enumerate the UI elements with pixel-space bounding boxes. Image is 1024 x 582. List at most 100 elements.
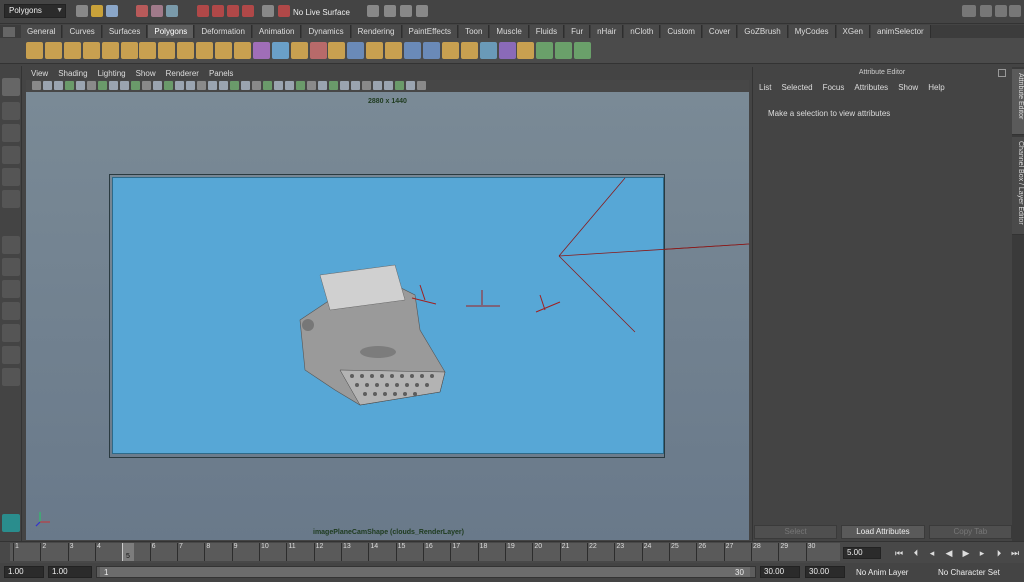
time-tick-label: 24 bbox=[643, 543, 652, 550]
current-frame-marker-label: 5 bbox=[126, 553, 130, 560]
time-tick-label: 25 bbox=[671, 543, 679, 550]
step-back-icon[interactable]: ⏴ bbox=[910, 547, 922, 559]
time-tick bbox=[149, 543, 151, 561]
time-tick-label: 9 bbox=[233, 543, 238, 550]
ae-menu-show[interactable]: Show bbox=[893, 83, 923, 94]
ae-menu-focus[interactable]: Focus bbox=[818, 83, 850, 94]
animation-start-field[interactable]: 1.00 bbox=[4, 566, 44, 578]
time-tick bbox=[40, 543, 42, 561]
time-tick-label: 3 bbox=[69, 543, 74, 550]
time-tick bbox=[313, 543, 315, 561]
ae-menu-selected[interactable]: Selected bbox=[776, 83, 817, 94]
time-tick bbox=[505, 543, 506, 561]
time-tick bbox=[587, 543, 588, 561]
range-thumb[interactable] bbox=[100, 567, 750, 577]
animation-end-field[interactable]: 30.00 bbox=[805, 566, 845, 578]
time-tick bbox=[13, 543, 14, 561]
attribute-editor-title: Attribute Editor bbox=[858, 69, 906, 76]
time-tick bbox=[477, 543, 479, 561]
camera-label: imagePlaneCamShape (clouds_RenderLayer) bbox=[313, 529, 464, 536]
time-tick-label: 18 bbox=[479, 543, 488, 550]
time-tick-label: 21 bbox=[561, 543, 570, 550]
tab-channel-box[interactable]: Channel Box / Layer Editor bbox=[1012, 137, 1024, 235]
time-tick-label: 6 bbox=[151, 543, 156, 550]
time-tick bbox=[204, 543, 206, 561]
time-tick-label: 26 bbox=[698, 543, 707, 550]
time-tick bbox=[751, 543, 752, 561]
time-tick bbox=[532, 543, 534, 561]
time-tick-label: 11 bbox=[288, 543, 296, 550]
step-forward-key-icon[interactable]: ▸ bbox=[976, 547, 988, 559]
ae-menu-attributes[interactable]: Attributes bbox=[849, 83, 893, 94]
time-tick bbox=[341, 543, 342, 561]
time-tick-label: 22 bbox=[589, 543, 597, 550]
attribute-editor-buttons: Select Load Attributes Copy Tab bbox=[754, 525, 1012, 539]
time-tick-label: 13 bbox=[343, 543, 351, 550]
resolution-label: 2880 x 1440 bbox=[368, 98, 407, 105]
step-forward-icon[interactable]: ⏵ bbox=[993, 547, 1005, 559]
time-tick bbox=[696, 543, 698, 561]
time-tick-label: 15 bbox=[397, 543, 406, 550]
time-tick bbox=[395, 543, 397, 561]
time-tick bbox=[559, 543, 561, 561]
time-tick-label: 2 bbox=[42, 543, 47, 550]
go-to-end-icon[interactable]: ⏭ bbox=[1009, 547, 1021, 559]
playback-start-field[interactable]: 1.00 bbox=[48, 566, 92, 578]
time-tick bbox=[723, 543, 725, 561]
step-back-key-icon[interactable]: ◂ bbox=[926, 547, 938, 559]
time-ruler[interactable]: 1234567891011121314151617181920212223242… bbox=[10, 543, 840, 561]
time-tick bbox=[450, 543, 452, 561]
time-tick-label: 23 bbox=[616, 543, 625, 550]
play-backwards-icon[interactable]: ◀ bbox=[943, 547, 955, 559]
copy-tab-button[interactable]: Copy Tab bbox=[928, 525, 1012, 539]
go-to-start-icon[interactable]: ⏮ bbox=[893, 547, 905, 559]
ae-menu-help[interactable]: Help bbox=[923, 83, 949, 94]
time-tick bbox=[669, 543, 670, 561]
time-tick bbox=[177, 543, 178, 561]
playback-end-field[interactable]: 30.00 bbox=[760, 566, 800, 578]
attribute-editor-panel bbox=[752, 67, 1012, 542]
time-tick-label: 29 bbox=[780, 543, 789, 550]
side-tabs: Attribute Editor Channel Box / Layer Edi… bbox=[1012, 67, 1024, 542]
time-tick bbox=[231, 543, 233, 561]
time-tick-label: 10 bbox=[261, 543, 269, 550]
camera-frustum[interactable] bbox=[558, 177, 750, 333]
time-tick bbox=[778, 543, 780, 561]
time-tick bbox=[423, 543, 424, 561]
range-start-label: 1 bbox=[104, 568, 109, 577]
time-tick-label: 19 bbox=[507, 543, 515, 550]
time-tick bbox=[95, 543, 96, 561]
character-set-menu[interactable]: No Character Set bbox=[938, 568, 1000, 577]
time-tick-label: 30 bbox=[807, 543, 816, 550]
time-tick-label: 27 bbox=[725, 543, 734, 550]
play-forwards-icon[interactable]: ▶ bbox=[960, 547, 972, 559]
time-tick-label: 4 bbox=[97, 543, 101, 550]
axis-gizmo bbox=[35, 512, 50, 527]
time-tick-label: 12 bbox=[315, 543, 324, 550]
light-icon[interactable] bbox=[535, 294, 561, 313]
typewriter-overlay[interactable] bbox=[299, 264, 446, 406]
ae-menu-list[interactable]: List bbox=[754, 83, 776, 94]
load-attributes-button[interactable]: Load Attributes bbox=[841, 525, 925, 539]
time-tick-label: 17 bbox=[452, 543, 461, 550]
time-tick bbox=[67, 543, 69, 561]
attribute-editor-menu: List Selected Focus Attributes Show Help bbox=[754, 83, 1010, 94]
time-tick-label: 1 bbox=[15, 543, 19, 550]
range-end-label: 30 bbox=[735, 568, 744, 577]
tab-attribute-editor[interactable]: Attribute Editor bbox=[1012, 69, 1024, 135]
time-tick bbox=[259, 543, 260, 561]
float-panel-icon[interactable] bbox=[998, 69, 1006, 77]
time-tick bbox=[641, 543, 643, 561]
time-tick-label: 28 bbox=[753, 543, 761, 550]
time-tick-label: 8 bbox=[206, 543, 211, 550]
time-tick bbox=[805, 543, 807, 561]
time-tick-label: 20 bbox=[534, 543, 543, 550]
time-tick bbox=[368, 543, 370, 561]
light-icon[interactable] bbox=[466, 290, 500, 307]
time-tick-label: 14 bbox=[370, 543, 379, 550]
time-tick bbox=[614, 543, 616, 561]
current-frame-field[interactable]: 5.00 bbox=[843, 547, 881, 559]
time-tick bbox=[286, 543, 288, 561]
anim-layer-menu[interactable]: No Anim Layer bbox=[856, 568, 908, 577]
select-button[interactable]: Select bbox=[754, 525, 838, 539]
